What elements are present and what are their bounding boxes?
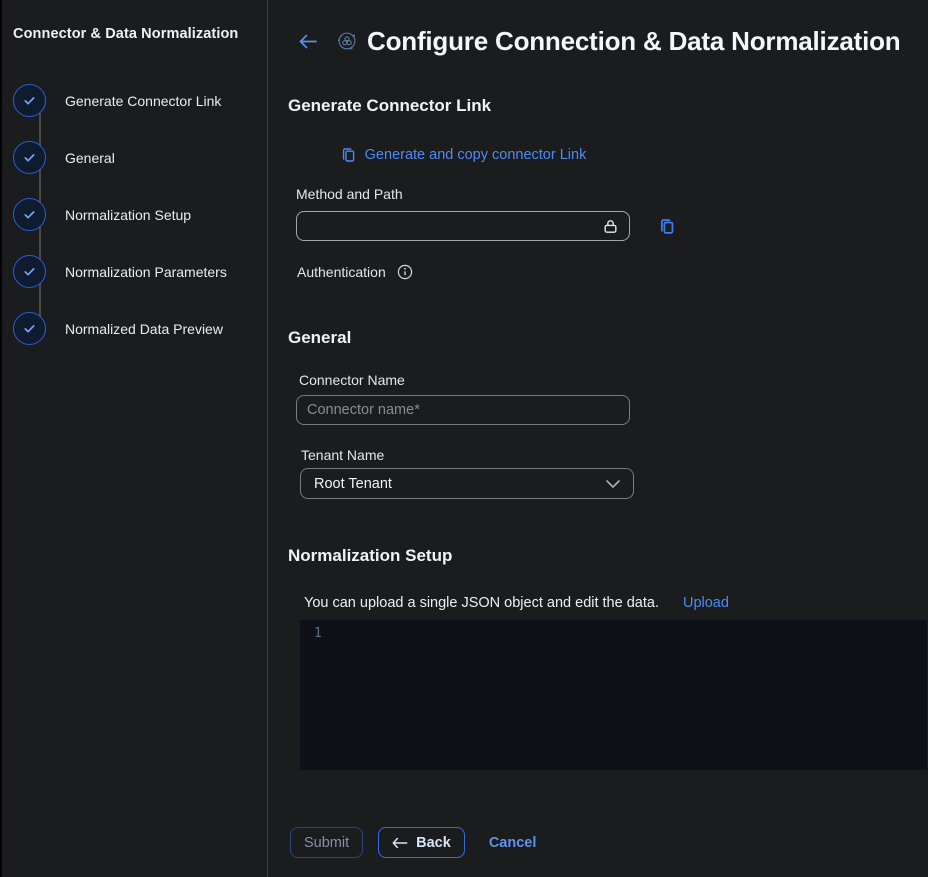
back-arrow-button[interactable] <box>296 31 323 52</box>
checkmark-icon <box>22 321 37 336</box>
tenant-name-selected-value: Root Tenant <box>314 476 392 492</box>
checkmark-icon <box>22 264 37 279</box>
copy-icon <box>658 218 675 235</box>
method-and-path-input[interactable] <box>307 218 602 234</box>
info-icon[interactable] <box>397 264 413 280</box>
cancel-link[interactable]: Cancel <box>489 835 537 851</box>
step-generate-connector-link[interactable]: Generate Connector Link <box>13 84 257 117</box>
method-and-path-row <box>296 211 928 241</box>
submit-button[interactable]: Submit <box>290 827 363 858</box>
step-label: Normalization Parameters <box>65 264 227 280</box>
footer-actions: Submit Back Cancel <box>290 827 928 858</box>
checkmark-icon <box>22 93 37 108</box>
copy-method-path-button[interactable] <box>656 216 677 237</box>
editor-line-number: 1 <box>300 620 334 770</box>
connector-name-label: Connector Name <box>299 371 928 389</box>
json-editor[interactable]: 1 <box>300 620 927 770</box>
step-label: Normalization Setup <box>65 207 191 223</box>
generate-section-heading: Generate Connector Link <box>288 95 928 116</box>
wizard-stepper: Generate Connector Link General Normaliz… <box>13 84 257 345</box>
back-button-label: Back <box>416 835 451 851</box>
step-completed-icon <box>13 255 46 288</box>
chevron-down-icon <box>606 480 620 488</box>
normalization-section-heading: Normalization Setup <box>288 545 928 566</box>
page-header: Configure Connection & Data Normalizatio… <box>288 24 928 58</box>
step-general[interactable]: General <box>13 141 257 174</box>
page-title: Configure Connection & Data Normalizatio… <box>367 26 900 57</box>
connector-app-icon <box>336 30 358 52</box>
step-completed-icon <box>13 312 46 345</box>
step-completed-icon <box>13 198 46 231</box>
stepper-sidebar: Connector & Data Normalization Generate … <box>0 0 268 877</box>
step-completed-icon <box>13 84 46 117</box>
step-normalized-data-preview[interactable]: Normalized Data Preview <box>13 312 257 345</box>
sidebar-title: Connector & Data Normalization <box>13 26 257 42</box>
step-normalization-parameters[interactable]: Normalization Parameters <box>13 255 257 288</box>
tenant-name-label: Tenant Name <box>301 446 928 464</box>
method-and-path-field <box>296 211 630 241</box>
copy-icon <box>340 147 356 163</box>
left-arrow-icon <box>298 33 321 50</box>
connector-name-input[interactable] <box>307 402 619 418</box>
generate-and-copy-link[interactable]: Generate and copy connector Link <box>340 147 587 163</box>
method-and-path-label: Method and Path <box>296 185 928 203</box>
configure-connection-page: Connector & Data Normalization Generate … <box>0 0 928 877</box>
step-label: Normalized Data Preview <box>65 321 223 337</box>
step-label: Generate Connector Link <box>65 93 221 109</box>
step-completed-icon <box>13 141 46 174</box>
checkmark-icon <box>22 150 37 165</box>
editor-content[interactable] <box>334 620 927 770</box>
left-arrow-icon <box>392 837 408 849</box>
authentication-label: Authentication <box>297 263 386 281</box>
lock-icon <box>602 218 619 235</box>
back-button[interactable]: Back <box>378 827 465 858</box>
generate-and-copy-link-label: Generate and copy connector Link <box>365 147 587 163</box>
general-section-heading: General <box>288 327 928 348</box>
step-label: General <box>65 150 115 166</box>
connector-name-field <box>296 395 630 425</box>
checkmark-icon <box>22 207 37 222</box>
authentication-row: Authentication <box>297 262 928 282</box>
upload-hint-text: You can upload a single JSON object and … <box>304 595 659 611</box>
step-normalization-setup[interactable]: Normalization Setup <box>13 198 257 231</box>
window-left-edge <box>0 0 2 877</box>
tenant-name-select[interactable]: Root Tenant <box>300 468 634 499</box>
main-content: Configure Connection & Data Normalizatio… <box>268 0 928 877</box>
upload-link[interactable]: Upload <box>683 595 729 611</box>
generate-link-row: Generate and copy connector Link <box>296 147 630 163</box>
upload-row: You can upload a single JSON object and … <box>304 594 928 612</box>
